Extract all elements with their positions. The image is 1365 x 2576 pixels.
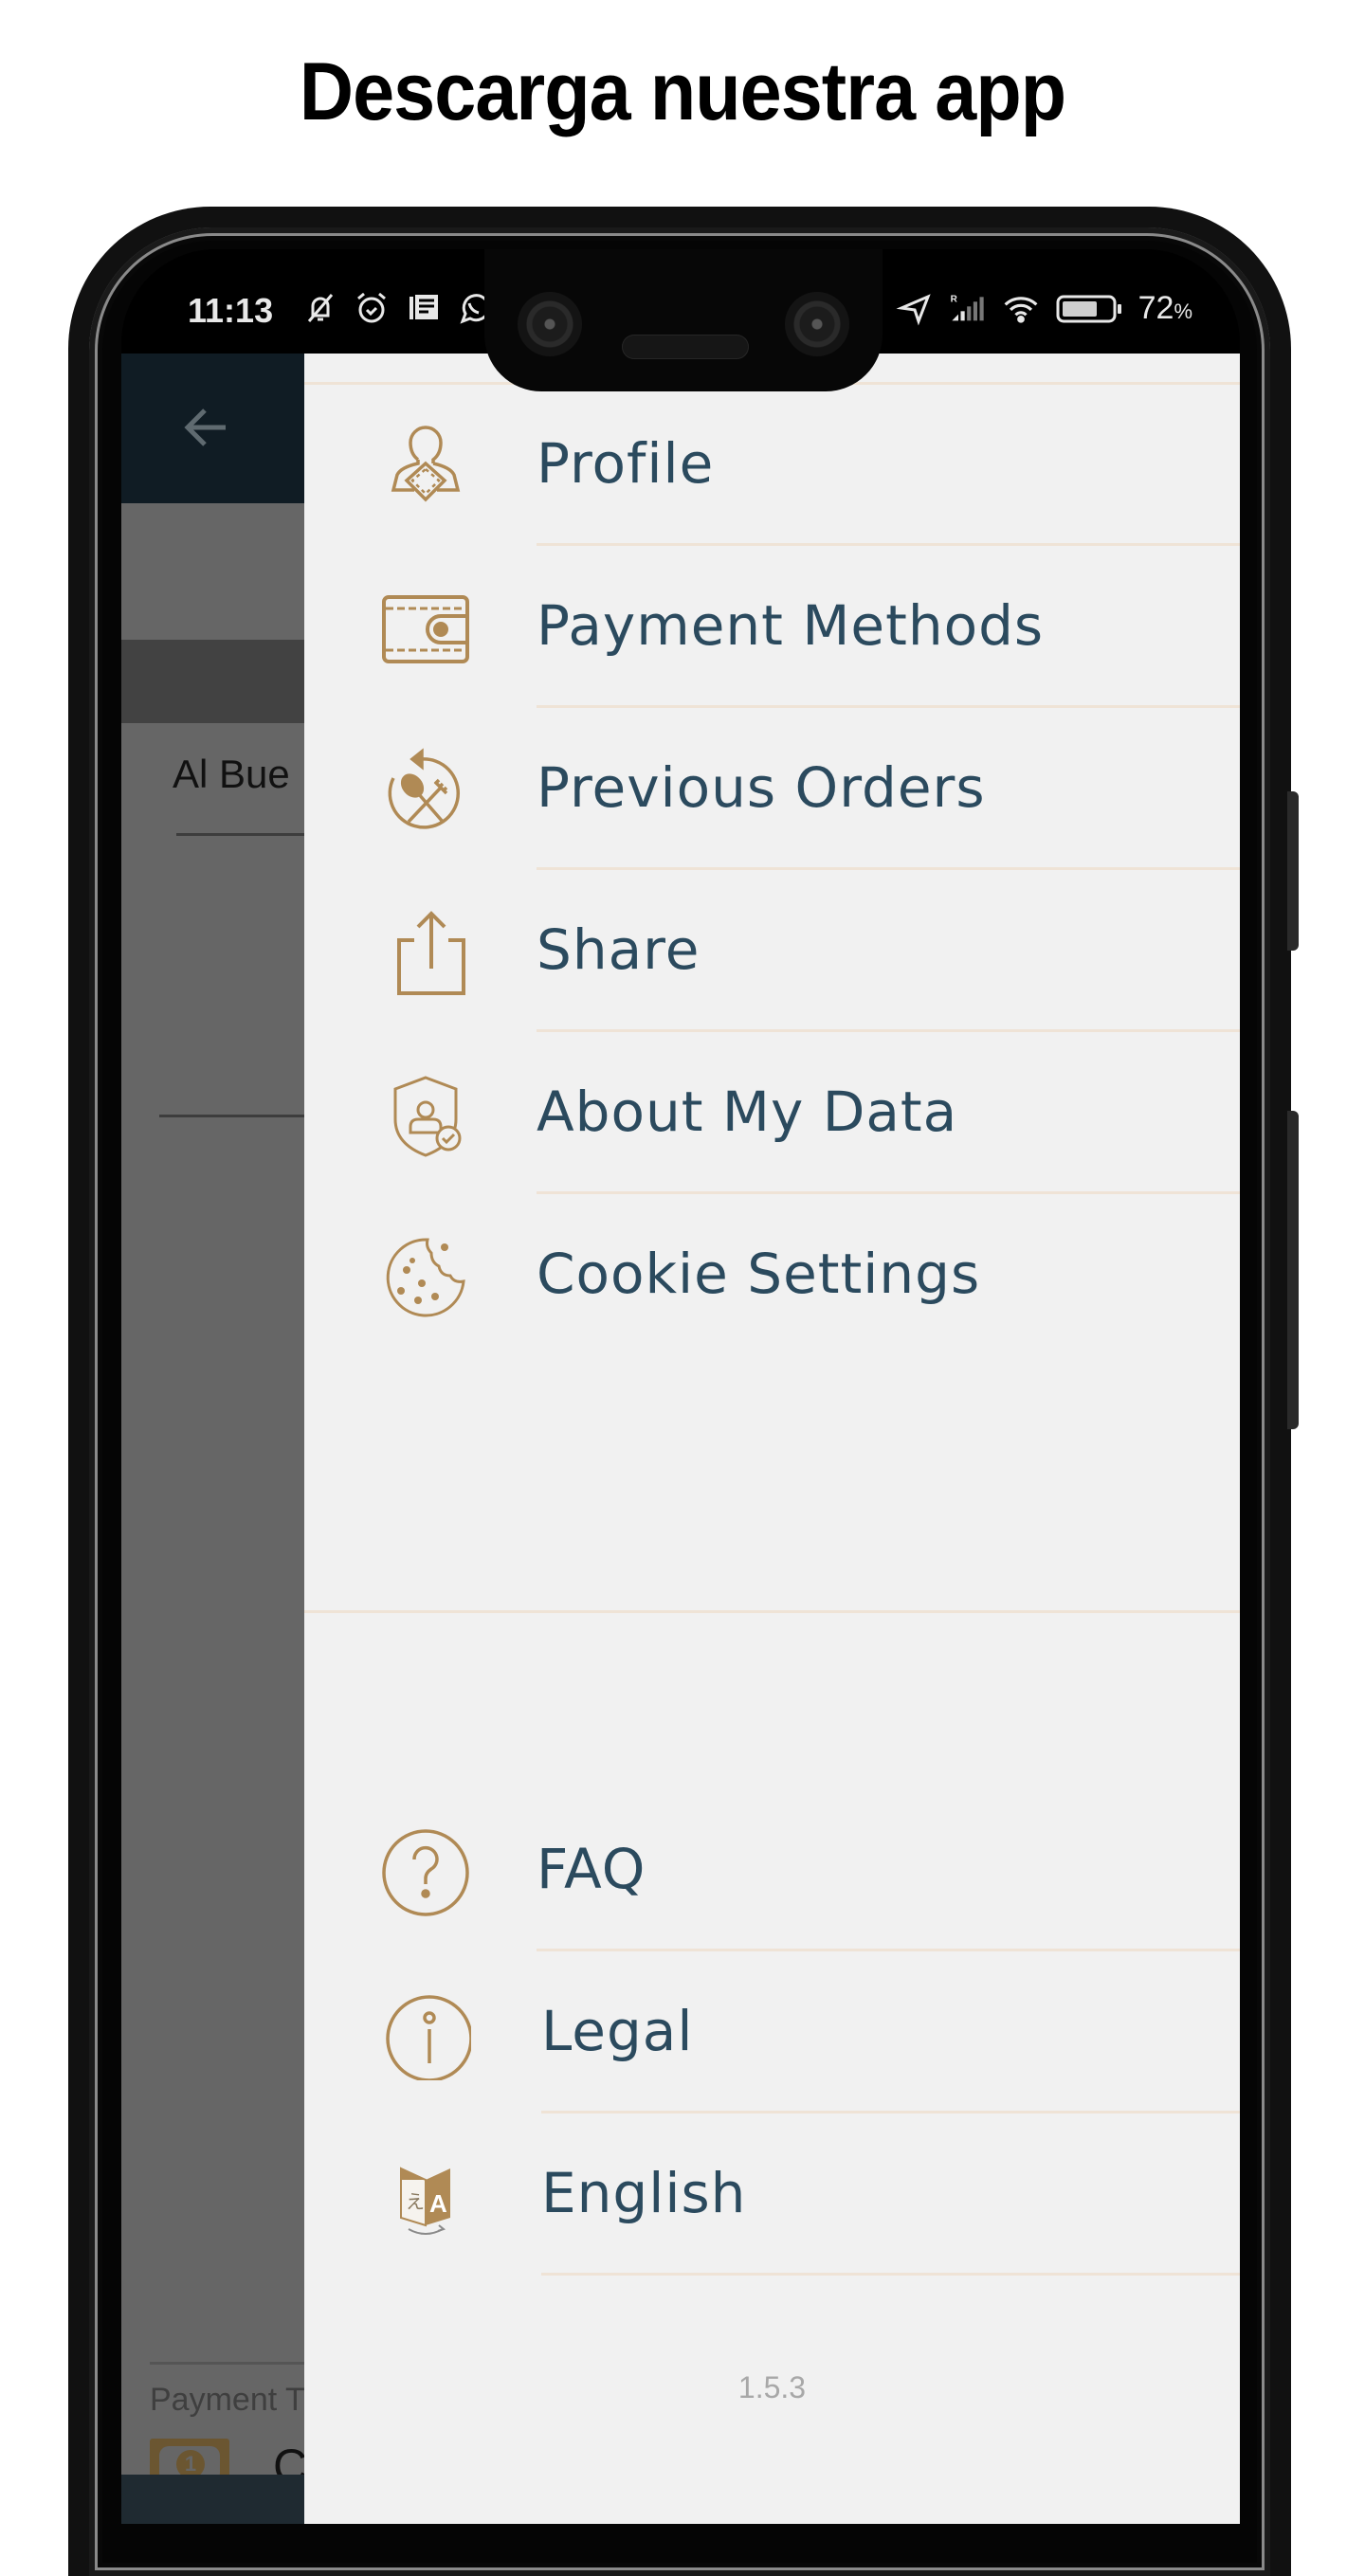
menu-label: English bbox=[541, 2161, 747, 2225]
menu-label: About My Data bbox=[537, 1079, 958, 1144]
phone-screen: 11:13 R 72% Al Bue Payment T 1 C Profile… bbox=[121, 249, 1240, 2524]
page-headline: Descarga nuestra app bbox=[299, 46, 1066, 137]
volume-button bbox=[1287, 1111, 1299, 1429]
menu-item-language[interactable]: え A English bbox=[304, 2113, 1240, 2276]
menu-label: Previous Orders bbox=[537, 755, 986, 820]
menu-label: Payment Methods bbox=[537, 593, 1045, 658]
menu-divider bbox=[541, 2273, 1240, 2276]
profile-icon bbox=[391, 426, 461, 502]
background-restaurant-title: Al Bue bbox=[173, 752, 290, 796]
menu-label: FAQ bbox=[537, 1837, 646, 1901]
data-privacy-icon bbox=[393, 1076, 462, 1157]
share-icon bbox=[397, 911, 465, 995]
battery-percent-value: 72 bbox=[1138, 289, 1174, 326]
menu-item-payment-methods[interactable]: Payment Methods bbox=[304, 546, 1240, 708]
news-icon bbox=[410, 295, 438, 319]
drawer-section-divider bbox=[304, 1610, 1240, 1613]
wallet-icon bbox=[382, 595, 469, 663]
info-icon bbox=[386, 1995, 471, 2080]
menu-label: Profile bbox=[537, 431, 715, 496]
wifi-icon bbox=[1004, 297, 1038, 323]
menu-item-legal[interactable]: Legal bbox=[304, 1951, 1240, 2113]
menu-label: Cookie Settings bbox=[537, 1242, 981, 1306]
phone-frame: 11:13 R 72% Al Bue Payment T 1 C Profile… bbox=[68, 207, 1299, 2576]
location-icon bbox=[896, 294, 931, 326]
camera-notch bbox=[484, 249, 883, 391]
signal-roaming-icon: R bbox=[950, 294, 984, 321]
menu-item-cookie-settings[interactable]: Cookie Settings bbox=[304, 1194, 1240, 1356]
bell-off-icon bbox=[307, 294, 334, 322]
question-icon bbox=[382, 1829, 469, 1916]
svg-text:A: A bbox=[429, 2189, 447, 2218]
svg-text:え: え bbox=[406, 2190, 425, 2213]
translate-icon: え A bbox=[400, 2167, 450, 2235]
battery-icon bbox=[1056, 295, 1121, 323]
status-right-icons: R 72% bbox=[896, 289, 1192, 327]
battery-percent-suffix: % bbox=[1174, 299, 1192, 323]
earpiece-speaker bbox=[622, 335, 749, 359]
menu-item-previous-orders[interactable]: Previous Orders bbox=[304, 708, 1240, 870]
app-version: 1.5.3 bbox=[737, 2370, 807, 2404]
svg-text:R: R bbox=[950, 294, 957, 304]
menu-label: Legal bbox=[541, 1999, 694, 2063]
cookie-icon bbox=[386, 1238, 465, 1317]
menu-label: Share bbox=[537, 917, 701, 982]
front-camera-icon bbox=[518, 292, 582, 356]
arrow-left-icon[interactable] bbox=[178, 399, 235, 456]
power-button bbox=[1287, 791, 1299, 951]
background-payment-label: Payment T bbox=[150, 2382, 305, 2418]
previous-orders-icon bbox=[388, 748, 461, 829]
status-left-icons bbox=[301, 289, 493, 327]
alarm-icon bbox=[357, 292, 386, 323]
menu-item-profile[interactable]: Profile bbox=[304, 384, 1240, 546]
menu-item-faq[interactable]: FAQ bbox=[304, 1789, 1240, 1951]
front-sensor-icon bbox=[785, 292, 849, 356]
menu-item-share[interactable]: Share bbox=[304, 870, 1240, 1032]
status-time: 11:13 bbox=[188, 291, 274, 330]
menu-item-about-my-data[interactable]: About My Data bbox=[304, 1032, 1240, 1194]
navigation-drawer: Profile Payment Methods Previous Orders … bbox=[304, 354, 1240, 2524]
battery-percent: 72% bbox=[1138, 290, 1192, 327]
